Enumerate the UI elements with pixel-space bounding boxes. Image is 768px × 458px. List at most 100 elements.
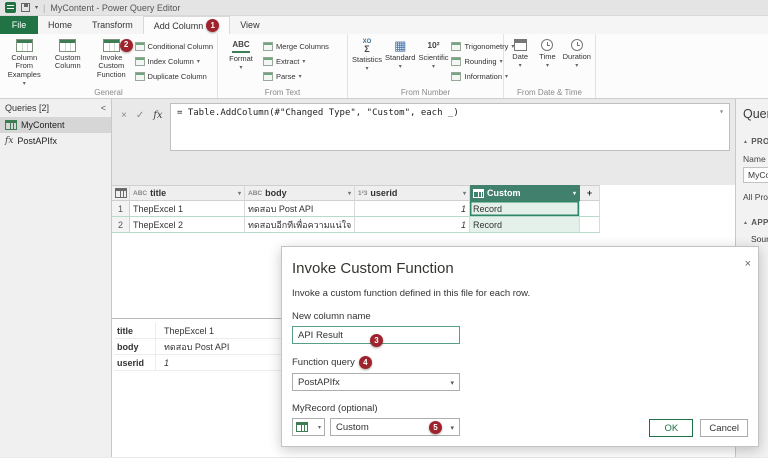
function-query-dropdown[interactable]: PostAPIfx ▾ — [292, 373, 460, 391]
record-link: Record — [473, 204, 502, 214]
column-header-custom[interactable]: Custom ▾ — [470, 185, 580, 201]
information-icon — [451, 72, 461, 81]
chevron-down-icon: ▾ — [575, 63, 578, 70]
expand-formula-chevron-icon[interactable]: ▾ — [719, 107, 724, 116]
collapse-pane-icon[interactable]: < — [101, 103, 106, 113]
save-icon[interactable] — [21, 3, 30, 12]
group-label-from-text: From Text — [218, 88, 347, 97]
parse-icon — [263, 72, 273, 81]
field-value: ThepExcel 1 — [156, 326, 214, 336]
cell-body[interactable]: ทดสอบ Post API — [245, 201, 355, 217]
ok-button[interactable]: OK — [649, 419, 693, 437]
date-button[interactable]: Date ▾ — [508, 37, 532, 70]
table-menu-button[interactable] — [112, 185, 130, 201]
tab-home-label: Home — [48, 20, 72, 30]
parse-button[interactable]: Parse ▾ — [263, 70, 329, 83]
time-button[interactable]: Time ▾ — [535, 37, 559, 70]
cancel-formula-icon[interactable]: × — [121, 110, 127, 151]
cell-userid[interactable]: 1 — [355, 201, 470, 217]
commit-formula-icon[interactable]: ✓ — [136, 110, 144, 151]
quick-access-chevron-down-icon[interactable]: ▾ — [35, 4, 38, 11]
add-column-header-button[interactable]: + — [580, 185, 600, 201]
grid-row-1: 1 ThepExcel 1 ทดสอบ Post API 1 Record — [112, 201, 735, 217]
fx-icon[interactable]: fx — [153, 110, 162, 151]
extract-icon — [263, 57, 273, 66]
cell-value: 1 — [461, 220, 466, 230]
general-small-buttons: Conditional Column Index Column ▾ Duplic… — [135, 37, 213, 83]
invoke-custom-function-icon — [103, 39, 120, 52]
column-from-examples-icon — [16, 39, 33, 52]
cell-custom-record[interactable]: Record — [470, 201, 580, 217]
query-item-label: PostAPIfx — [17, 136, 57, 146]
cell-body[interactable]: ทดสอบอีกทีเพื่อความแน่ใจ — [245, 217, 355, 233]
formula-input[interactable]: = Table.AddColumn(#"Changed Type", "Cust… — [170, 103, 730, 151]
duplicate-column-button[interactable]: Duplicate Column — [135, 70, 213, 83]
myrecord-type-dropdown[interactable]: ▾ — [292, 418, 325, 436]
cancel-button[interactable]: Cancel — [700, 419, 748, 437]
scientific-button[interactable]: 10² Scientific ▾ — [418, 37, 448, 71]
ribbon-group-general: Column From Examples ▾ Custom Column Inv… — [0, 34, 218, 98]
query-name-input[interactable] — [743, 167, 768, 183]
grid-row-2: 2 ThepExcel 2 ทดสอบอีกทีเพื่อความแน่ใจ 1… — [112, 217, 735, 233]
table-icon — [5, 120, 17, 130]
filter-chevron-icon[interactable]: ▾ — [348, 190, 351, 197]
dialog-buttons: OK Cancel — [649, 419, 748, 437]
tab-view[interactable]: View — [230, 16, 269, 34]
statistics-button[interactable]: ΧΟ Σ Statistics ▾ — [352, 37, 382, 73]
duration-button[interactable]: Duration ▾ — [563, 37, 591, 70]
column-header-userid[interactable]: 1²3 userid ▾ — [355, 185, 470, 201]
myrecord-value-dropdown[interactable]: Custom 5 ▾ — [330, 418, 460, 436]
cell-title[interactable]: ThepExcel 2 — [130, 217, 245, 233]
column-from-examples-button[interactable]: Column From Examples ▾ — [4, 37, 45, 88]
cell-title[interactable]: ThepExcel 1 — [130, 201, 245, 217]
extract-label: Extract — [276, 57, 299, 66]
cell-custom-record[interactable]: Record — [470, 217, 580, 233]
applied-steps-section-header[interactable]: ▲ APPLIED STEPS — [743, 218, 768, 227]
query-item-postapifx[interactable]: fx PostAPIfx — [0, 133, 111, 149]
custom-column-button[interactable]: Custom Column — [48, 37, 89, 71]
settings-title: Query Settings — [743, 107, 768, 121]
properties-section-header[interactable]: ▲ PROPERTIES — [743, 137, 768, 146]
all-properties-link[interactable]: All Properties — [743, 192, 768, 202]
filter-chevron-icon[interactable]: ▾ — [463, 190, 466, 197]
row-number-cell[interactable]: 1 — [112, 201, 130, 217]
cell-userid[interactable]: 1 — [355, 217, 470, 233]
merge-columns-button[interactable]: Merge Columns — [263, 40, 329, 53]
invoke-custom-function-button[interactable]: Invoke Custom Function 2 — [91, 37, 132, 79]
applied-step-source[interactable]: Source — [743, 234, 768, 244]
field-value: ทดสอบ Post API — [156, 340, 229, 354]
function-query-value: PostAPIfx — [298, 377, 340, 388]
query-item-mycontent[interactable]: MyContent — [0, 117, 111, 133]
filter-chevron-icon[interactable]: ▾ — [573, 190, 576, 197]
add-column-icon: + — [587, 188, 592, 198]
format-button[interactable]: ABC Format ▾ — [222, 37, 260, 72]
column-header-body[interactable]: ABC body ▾ — [245, 185, 355, 201]
tab-add-column[interactable]: Add Column 1 — [143, 16, 231, 34]
trigonometry-label: Trigonometry — [464, 42, 508, 51]
queries-header-label: Queries [2] — [5, 103, 49, 113]
group-label-from-number: From Number — [348, 88, 503, 97]
conditional-column-button[interactable]: Conditional Column — [135, 40, 213, 53]
myrecord-label: MyRecord (optional) — [292, 403, 758, 414]
row-number-cell[interactable]: 2 — [112, 217, 130, 233]
duration-clock-icon — [571, 39, 583, 51]
invoke-custom-function-dialog: × Invoke Custom Function Invoke a custom… — [281, 246, 759, 447]
tab-transform[interactable]: Transform — [82, 16, 143, 34]
ribbon: Column From Examples ▾ Custom Column Inv… — [0, 34, 768, 99]
merge-columns-label: Merge Columns — [276, 42, 329, 51]
dialog-close-icon[interactable]: × — [745, 259, 751, 269]
column-header-title[interactable]: ABC title ▾ — [130, 185, 245, 201]
index-column-button[interactable]: Index Column ▾ — [135, 55, 213, 68]
tab-file[interactable]: File — [0, 16, 38, 34]
extract-button[interactable]: Extract ▾ — [263, 55, 329, 68]
time-clock-icon — [541, 39, 553, 51]
standard-button[interactable]: ▦ Standard ▾ — [385, 37, 415, 71]
fx-icon: fx — [5, 136, 13, 146]
filter-chevron-icon[interactable]: ▾ — [238, 190, 241, 197]
statistics-sigma-glyph: Σ — [364, 45, 369, 54]
chevron-down-icon: ▾ — [366, 66, 369, 73]
tab-transform-label: Transform — [92, 20, 133, 30]
applied-steps-header-label: APPLIED STEPS — [751, 218, 768, 227]
column-name: userid — [370, 188, 397, 198]
tab-home[interactable]: Home — [38, 16, 82, 34]
